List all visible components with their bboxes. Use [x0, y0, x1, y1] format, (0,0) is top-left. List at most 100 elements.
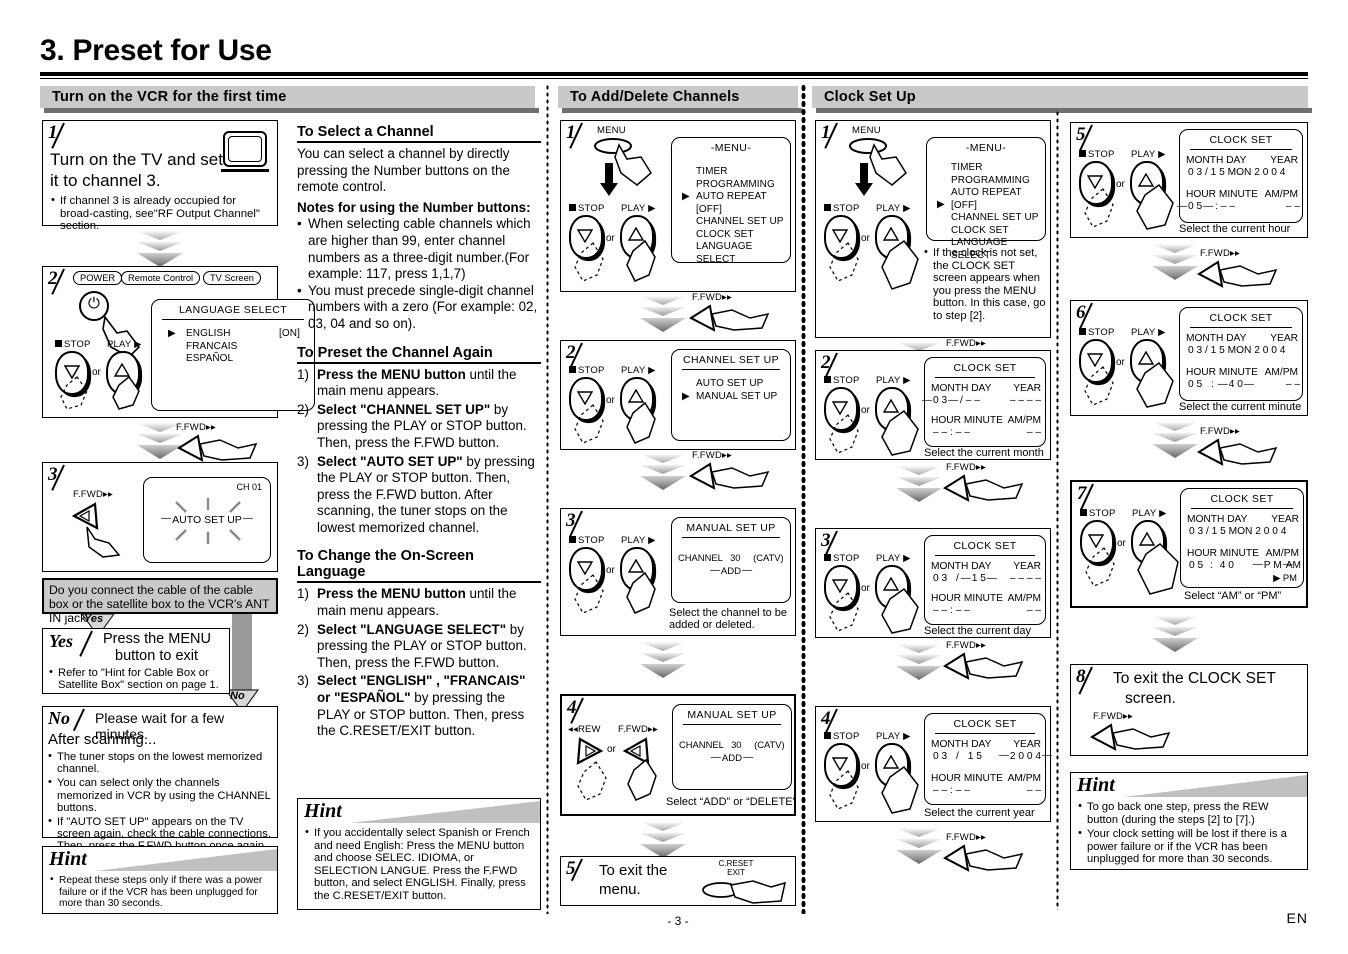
creset-exit-button[interactable] — [701, 877, 791, 912]
footer-page-number: - 3 - — [667, 914, 689, 928]
or-label: or — [861, 405, 870, 416]
clock-date-values: 0 3 / 1 5 2 0 0 4 — [933, 749, 1052, 763]
hint-title: Hint — [1077, 774, 1115, 796]
step1-note: If the clock is not set, the CLOCK SET s… — [924, 246, 1048, 323]
cursor-icon: ▶ — [168, 328, 176, 340]
hint-box-col1: Hint Repeat these steps only if there wa… — [42, 846, 278, 914]
hint-body: To go back one step, press the REW butto… — [1071, 799, 1307, 873]
flow-arrow — [640, 454, 686, 492]
cursor-icon: ▶ — [937, 199, 945, 210]
flow-arrow — [640, 642, 686, 680]
ffwd-button-hand[interactable] — [942, 842, 1028, 874]
clock-time-values: 0 5 : – – – – — [1188, 200, 1300, 213]
hint-bullet: To go back one step, press the REW butto… — [1078, 800, 1302, 826]
or-label: or — [92, 367, 101, 378]
ffwd-button-hand[interactable] — [1089, 721, 1175, 753]
osd-menu-list: ▶ ENGLISH [ON] FRANCAIS ESPAÑOL — [152, 320, 314, 366]
step-box-col1-3: 3 F.FWD▸▸ CH 01 AUTO SET UP — [42, 462, 278, 572]
numbered-step: 1) Press the MENU button until the main m… — [297, 366, 517, 399]
hand-pointer-2 — [878, 765, 922, 817]
stop-button-label: STOP — [1080, 508, 1116, 519]
step-caption: Select the current hour — [1179, 223, 1291, 235]
manual-page: 3. Preset for Use Turn on the VCR for th… — [0, 0, 1348, 954]
hand-pointer-2 — [109, 375, 143, 411]
cursor-icon: ▶ — [682, 191, 690, 202]
ffwd-button-hand[interactable] — [1196, 436, 1282, 468]
yes-box: Yes Press the MENU button to exit Refer … — [42, 628, 230, 694]
section-header-label: Clock Set Up — [824, 89, 916, 105]
flow-arrow — [640, 296, 686, 334]
no-box: No Please wait for a few minutes. After … — [42, 706, 278, 852]
osd-item: AUTO REPEAT [OFF] — [951, 187, 1022, 211]
clock-time-values: – – : – – – – — [933, 605, 1041, 616]
play-button-label: PLAY ▶ — [876, 375, 911, 386]
osd-menu-list: ▶ AUTO SET UP MANUAL SET UP — [672, 370, 790, 403]
stop-button-label: STOP — [824, 731, 860, 742]
stop-button-label: STOP — [55, 339, 91, 350]
ffwd-button-hand[interactable] — [942, 472, 1028, 504]
no-flow-line — [232, 614, 252, 692]
ffwd-button-hand[interactable] — [1196, 258, 1282, 290]
hand-pointer — [613, 143, 655, 187]
ffwd-button-hand[interactable] — [688, 460, 774, 492]
hand-pointer-ghost — [826, 413, 862, 455]
osd-title: -MENU- — [710, 142, 752, 154]
osd-manual-set-up: MANUAL SET UP CHANNEL 30 (CATV) ADD — [671, 517, 791, 603]
clock-time-values: – – : – – – – — [933, 785, 1041, 796]
hand-pointer-ghost — [1081, 187, 1117, 229]
stop-button-label: STOP — [1079, 327, 1115, 338]
osd-item: TIMER PROGRAMMING — [951, 162, 1030, 186]
osd-item: CHANNEL SET UP — [951, 212, 1039, 223]
channel-row: CHANNEL 30 (CATV) — [679, 739, 785, 750]
stop-button-label: STOP — [824, 553, 860, 564]
step1-text: Turn on the TV and set it to channel 3. — [50, 150, 223, 190]
or-label: or — [607, 744, 616, 755]
osd-title: CLOCK SET — [1209, 134, 1273, 146]
hint-header: Hint — [298, 799, 540, 825]
ffwd-button-hand[interactable] — [688, 302, 774, 334]
note-bullet: When selecting cable channels which are … — [297, 216, 541, 282]
osd-auto-set-up: CH 01 AUTO SET UP — [143, 477, 271, 563]
footer-language-code: EN — [1286, 910, 1308, 926]
osd-clock-set: CLOCK SET MONTH DAY YEAR 0 3 / 1 5 MON 2… — [1180, 488, 1304, 588]
osd-clock-set: CLOCK SET MONTH DAY YEAR 0 3 / 1 5 – – –… — [924, 535, 1046, 625]
osd-title: CLOCK SET — [953, 718, 1017, 730]
step5-text: To exit the menu. — [599, 862, 668, 898]
step-box-col5-5: 5 STOP PLAY ▶ or CLOCK SET MONTH DAY YEA — [1070, 122, 1308, 238]
or-label: or — [606, 395, 615, 406]
step-caption: Select “AM” or “PM” — [1184, 590, 1282, 602]
clock-date-values: 0 3 / – – – – – – — [933, 394, 1041, 407]
osd-title: -MENU- — [965, 142, 1007, 154]
osd-menu-list: ▶ TIMER PROGRAMMING AUTO REPEAT [OFF] CH… — [672, 154, 790, 266]
yes-label: Yes — [49, 631, 73, 651]
ffwd-button-hand[interactable] — [176, 432, 262, 464]
col2-text-block: To Select a Channel You can select a cha… — [297, 124, 541, 740]
down-arrow-icon — [599, 163, 619, 202]
clock-date-values: 0 3 / 1 5 MON 2 0 0 4 — [1189, 526, 1287, 537]
osd-item: MANUAL SET UP — [696, 390, 778, 402]
step-box-col4-3: 3 STOP PLAY ▶ or CLOCK SET MONTH DAY YEA — [815, 528, 1051, 638]
numbered-step: 2) Select "CHANNEL SET UP" by pressing th… — [297, 401, 527, 450]
hint-header: Hint — [43, 847, 277, 873]
osd-item: LANGUAGE SELECT — [696, 241, 753, 265]
osd-clock-set: CLOCK SET MONTH DAY YEAR 0 3 / 1 5 2 0 0… — [924, 713, 1052, 805]
section-header-label: Turn on the VCR for the first time — [52, 89, 287, 105]
bullet: The tuner stops on the lowest memorized … — [48, 750, 274, 775]
flow-arrow — [1152, 422, 1198, 460]
osd-manual-set-up-2: MANUAL SET UP CHANNEL 30 (CATV) ADD — [672, 704, 792, 790]
ffwd-button-hand[interactable] — [942, 650, 1028, 682]
step-box-col4-2: 2 STOP PLAY ▶ or CLOCK SET MONTH DAY YEA — [815, 350, 1051, 460]
play-button-label: PLAY ▶ — [876, 553, 911, 564]
divider-col2-col3 — [546, 84, 549, 914]
notes-heading: Notes for using the Number buttons: — [297, 199, 531, 215]
creset-exit-label: C.RESET EXIT — [718, 859, 754, 877]
step-box-col4-4: 4 STOP PLAY ▶ or CLOCK SET MONTH DAY YEA — [815, 706, 1052, 822]
stop-button-label: STOP — [824, 203, 860, 214]
page-title: 3. Preset for Use — [40, 34, 272, 67]
stop-button-label: STOP — [824, 375, 860, 386]
play-button-label: PLAY ▶ — [1131, 149, 1166, 160]
hint-body: If you accidentally select Spanish or Fr… — [298, 825, 540, 910]
play-button-label: PLAY ▶ — [107, 339, 142, 350]
hand-pointer-ghost — [1082, 546, 1118, 588]
down-arrow-icon — [854, 163, 874, 202]
